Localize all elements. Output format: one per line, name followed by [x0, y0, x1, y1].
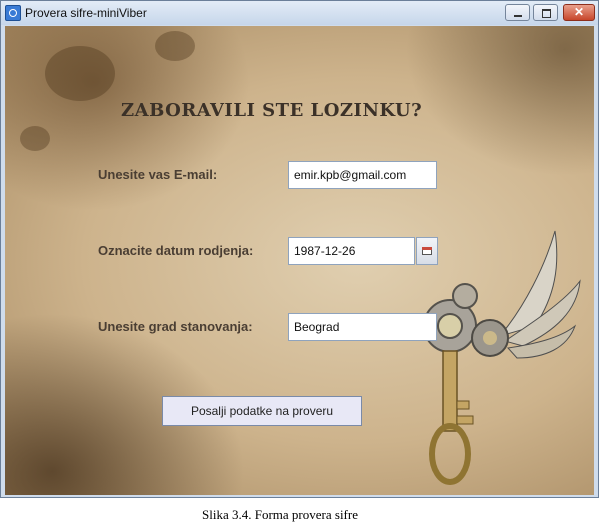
- maximize-icon: [542, 9, 551, 18]
- city-field[interactable]: [288, 313, 437, 341]
- maximize-button[interactable]: [533, 4, 558, 21]
- stain-decoration: [45, 46, 115, 101]
- calendar-icon: [422, 247, 432, 255]
- birthdate-label: Oznacite datum rodjenja:: [98, 243, 254, 258]
- app-icon: [5, 5, 21, 21]
- winged-key-illustration: [423, 230, 581, 485]
- window-title: Provera sifre-miniViber: [25, 6, 147, 20]
- page-title: ZABORAVILI STE LOZINKU?: [121, 100, 423, 121]
- title-bar[interactable]: Provera sifre-miniViber ✕: [1, 1, 598, 25]
- birthdate-field[interactable]: [288, 237, 415, 265]
- email-field[interactable]: [288, 161, 437, 189]
- close-icon: ✕: [573, 5, 585, 19]
- minimize-icon: [514, 15, 522, 17]
- figure-caption: Slika 3.4. Forma provera sifre: [202, 507, 358, 522]
- close-button[interactable]: ✕: [563, 4, 595, 21]
- app-window: Provera sifre-miniViber ✕ ZABORAVILI STE…: [0, 0, 599, 498]
- city-label: Unesite grad stanovanja:: [98, 319, 253, 334]
- stain-decoration: [155, 31, 195, 61]
- calendar-button[interactable]: [416, 237, 438, 265]
- stain-decoration: [20, 126, 50, 151]
- form-panel: ZABORAVILI STE LOZINKU? Unesite vas E-ma…: [5, 26, 594, 495]
- minimize-button[interactable]: [505, 4, 530, 21]
- submit-button[interactable]: Posalji podatke na proveru: [162, 396, 362, 426]
- email-label: Unesite vas E-mail:: [98, 167, 218, 182]
